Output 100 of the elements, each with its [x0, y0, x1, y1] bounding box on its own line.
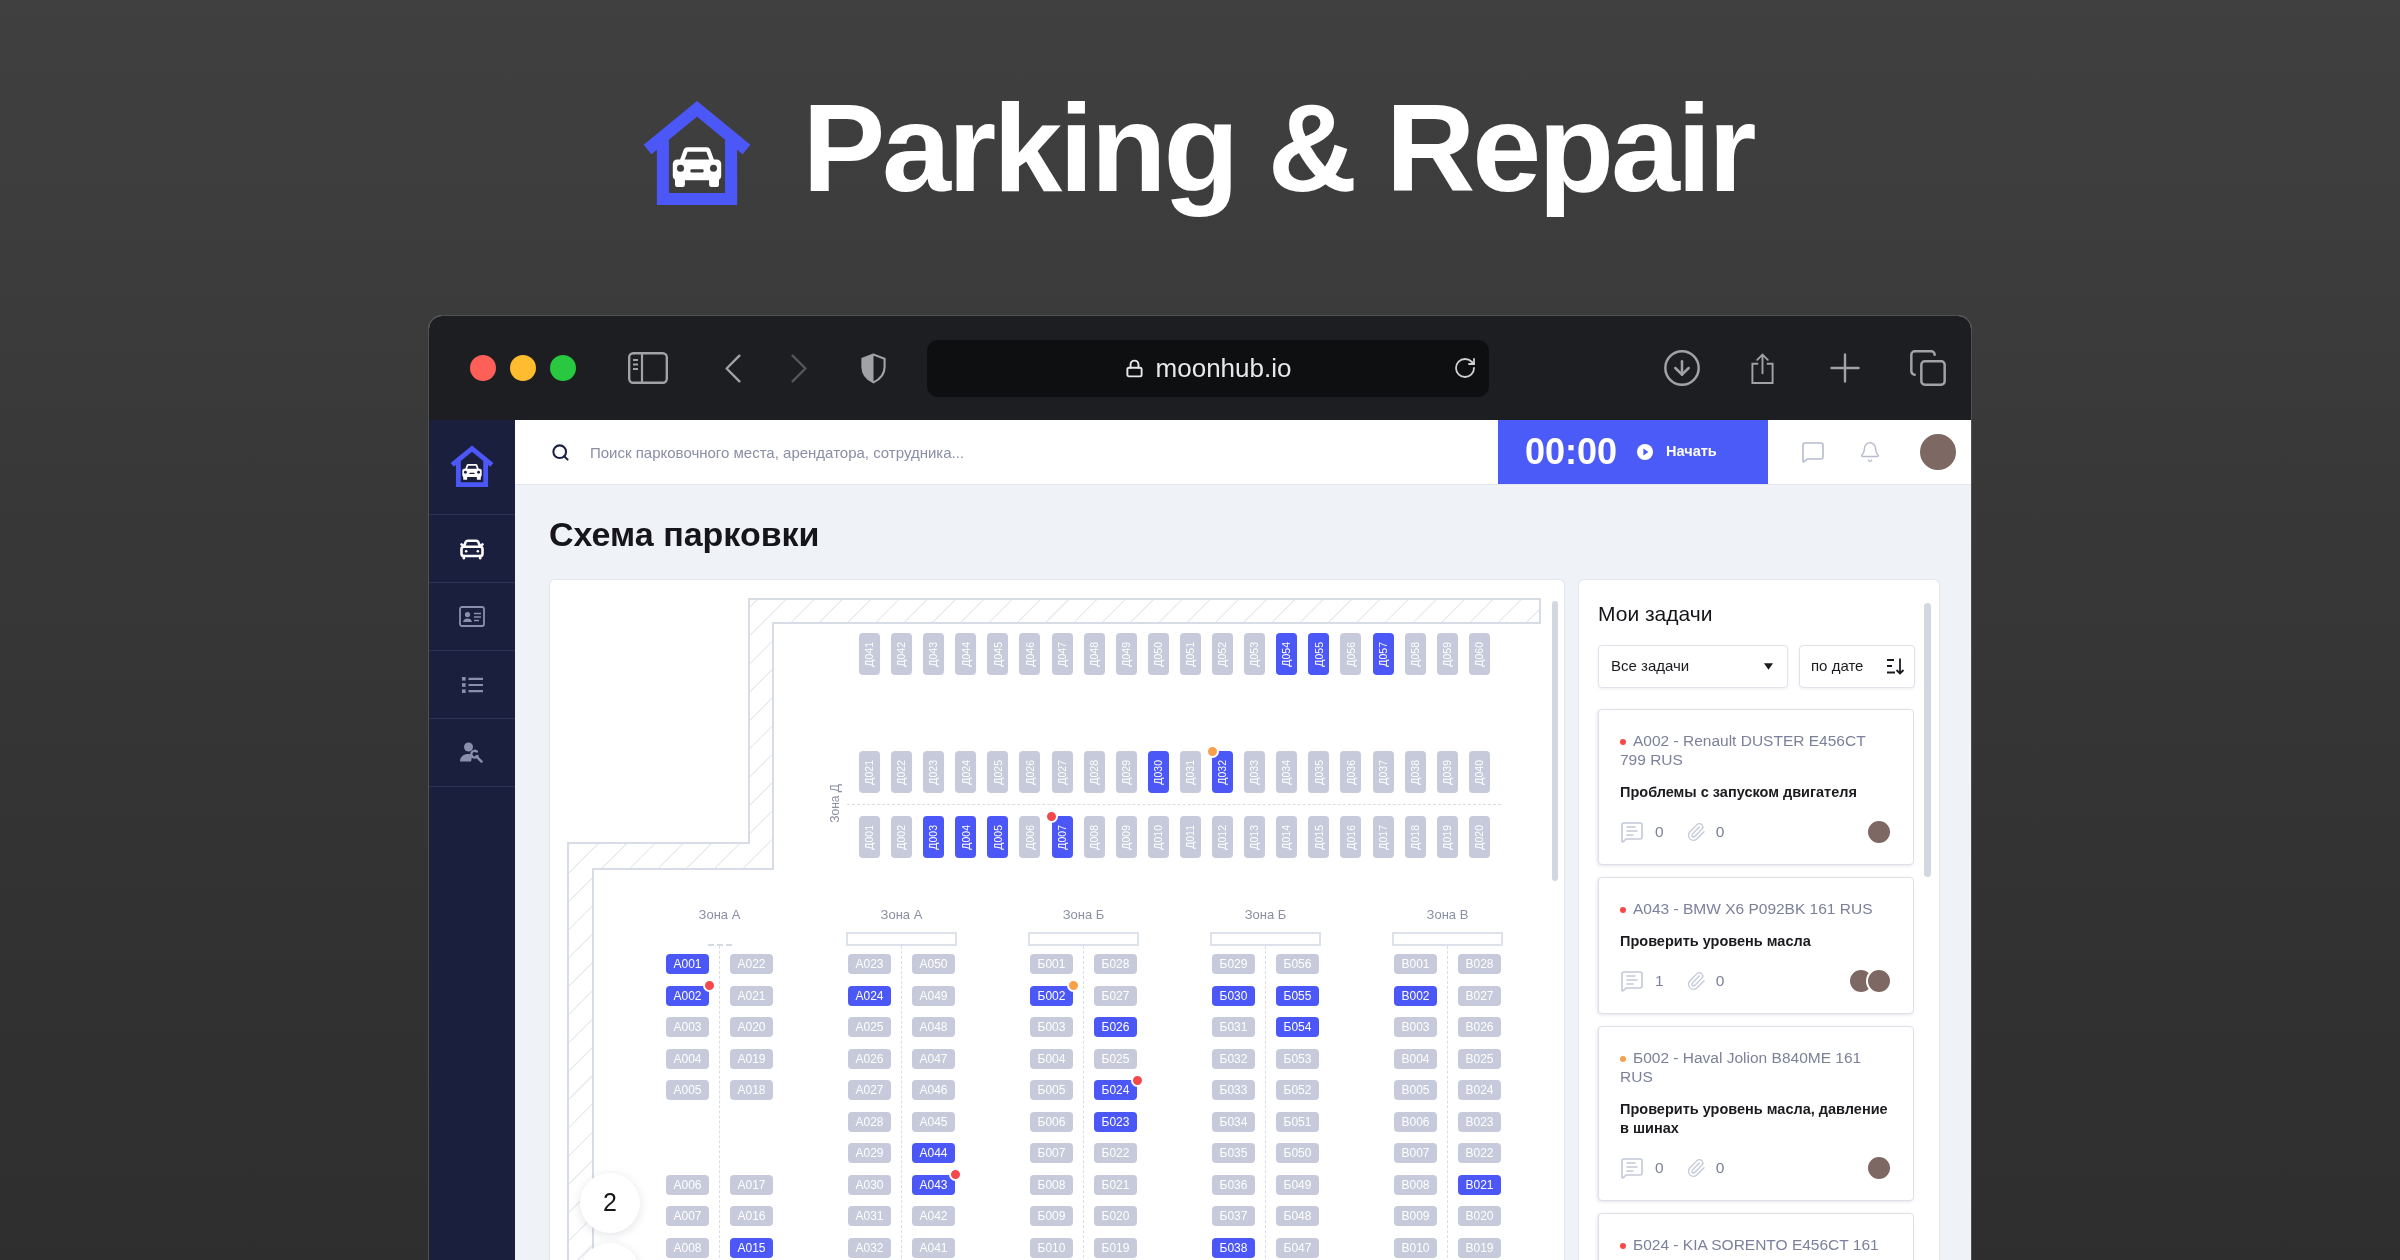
- shield-icon[interactable]: [860, 352, 887, 384]
- parking-spot[interactable]: В022: [1458, 1143, 1501, 1163]
- parking-spot[interactable]: А020: [730, 1017, 773, 1037]
- parking-spot[interactable]: В003: [1394, 1017, 1437, 1037]
- parking-spot[interactable]: Д049: [1115, 633, 1137, 675]
- parking-spot[interactable]: Б051: [1276, 1111, 1319, 1132]
- parking-spot[interactable]: Д029: [1115, 751, 1137, 793]
- parking-spot[interactable]: А005: [666, 1080, 709, 1100]
- parking-spot[interactable]: А047: [912, 1048, 955, 1069]
- sort-button[interactable]: по дате: [1799, 645, 1915, 688]
- parking-spot[interactable]: Д046: [1019, 633, 1041, 675]
- filter-dropdown[interactable]: Все задачи: [1598, 645, 1788, 688]
- back-chevron-icon[interactable]: [725, 353, 741, 383]
- parking-spot[interactable]: Б025: [1094, 1048, 1137, 1069]
- parking-spot[interactable]: Б038: [1212, 1237, 1255, 1258]
- parking-spot[interactable]: Д028: [1083, 751, 1105, 793]
- parking-spot[interactable]: Б003: [1030, 1017, 1073, 1037]
- parking-spot[interactable]: В008: [1394, 1174, 1437, 1195]
- parking-spot[interactable]: А041: [912, 1237, 955, 1258]
- parking-spot[interactable]: Б036: [1212, 1174, 1255, 1195]
- parking-spot[interactable]: Д021: [859, 751, 880, 793]
- parking-spot[interactable]: Д030: [1147, 751, 1169, 793]
- parking-spot[interactable]: Д027: [1051, 751, 1073, 793]
- parking-spot[interactable]: Б047: [1276, 1237, 1319, 1258]
- task-card[interactable]: Б024 - KIA SORENTO E456CT 161: [1598, 1213, 1914, 1260]
- parking-spot[interactable]: Б053: [1276, 1048, 1319, 1069]
- parking-spot[interactable]: Б005: [1030, 1080, 1073, 1100]
- tabs-icon[interactable]: [1908, 348, 1948, 388]
- parking-spot[interactable]: Б008: [1030, 1174, 1073, 1195]
- parking-spot[interactable]: В023: [1458, 1111, 1501, 1132]
- parking-spot[interactable]: Д040: [1468, 751, 1490, 793]
- plus-icon[interactable]: [1830, 353, 1860, 383]
- parking-spot[interactable]: Д018: [1404, 816, 1426, 858]
- parking-spot[interactable]: Д041: [859, 633, 880, 675]
- parking-spot[interactable]: Д037: [1372, 751, 1394, 793]
- parking-spot[interactable]: А045: [912, 1111, 955, 1132]
- parking-spot[interactable]: А046: [912, 1080, 955, 1100]
- download-icon[interactable]: [1662, 348, 1702, 388]
- parking-spot[interactable]: Д023: [923, 751, 945, 793]
- parking-spot[interactable]: Д055: [1308, 633, 1330, 675]
- parking-spot[interactable]: Д009: [1115, 816, 1137, 858]
- parking-spot[interactable]: В005: [1394, 1080, 1437, 1100]
- parking-spot[interactable]: Д039: [1436, 751, 1458, 793]
- parking-spot[interactable]: Б055: [1276, 985, 1319, 1006]
- parking-spot[interactable]: Д031: [1179, 751, 1201, 793]
- share-icon[interactable]: [1750, 351, 1775, 385]
- parking-spot[interactable]: Д056: [1340, 633, 1362, 675]
- parking-spot[interactable]: А028: [848, 1111, 891, 1132]
- parking-spot[interactable]: А044: [912, 1143, 955, 1163]
- parking-spot[interactable]: А024: [848, 985, 891, 1006]
- parking-spot[interactable]: А008: [666, 1237, 709, 1258]
- parking-spot[interactable]: Б032: [1212, 1048, 1255, 1069]
- parking-spot[interactable]: Д047: [1051, 633, 1073, 675]
- parking-spot[interactable]: А016: [730, 1206, 773, 1226]
- parking-spot[interactable]: Б006: [1030, 1111, 1073, 1132]
- parking-spot[interactable]: А018: [730, 1080, 773, 1100]
- parking-spot[interactable]: В024: [1458, 1080, 1501, 1100]
- parking-spot[interactable]: А022: [730, 954, 773, 974]
- parking-spot[interactable]: А031: [848, 1206, 891, 1226]
- parking-spot[interactable]: Б028: [1094, 954, 1137, 974]
- parking-spot[interactable]: Б037: [1212, 1206, 1255, 1226]
- parking-spot[interactable]: Д048: [1083, 633, 1105, 675]
- parking-spot[interactable]: Б034: [1212, 1111, 1255, 1132]
- parking-spot[interactable]: Б033: [1212, 1080, 1255, 1100]
- start-button[interactable]: Начать: [1637, 441, 1717, 463]
- parking-spot[interactable]: Д011: [1179, 816, 1201, 858]
- parking-spot[interactable]: Б010: [1030, 1237, 1073, 1258]
- parking-spot[interactable]: Б020: [1094, 1206, 1137, 1226]
- parking-spot[interactable]: Д020: [1468, 816, 1490, 858]
- scrollbar-thumb[interactable]: [1924, 603, 1931, 877]
- task-card[interactable]: А002 - Renault DUSTER E456CT 799 RUS Проблемы с запуском двигателя 0 0: [1598, 709, 1914, 865]
- parking-spot[interactable]: Д038: [1404, 751, 1426, 793]
- parking-spot[interactable]: Д043: [923, 633, 945, 675]
- parking-spot[interactable]: Д007: [1051, 816, 1073, 858]
- parking-spot[interactable]: А023: [848, 954, 891, 974]
- parking-spot[interactable]: А006: [666, 1174, 709, 1195]
- parking-spot[interactable]: В021: [1458, 1174, 1501, 1195]
- parking-spot[interactable]: Д015: [1308, 816, 1330, 858]
- parking-spot[interactable]: Д044: [955, 633, 977, 675]
- parking-spot[interactable]: Б052: [1276, 1080, 1319, 1100]
- parking-spot[interactable]: В004: [1394, 1048, 1437, 1069]
- parking-spot[interactable]: А015: [730, 1237, 773, 1258]
- parking-spot[interactable]: Д054: [1276, 633, 1298, 675]
- parking-spot[interactable]: Д014: [1276, 816, 1298, 858]
- parking-spot[interactable]: Б027: [1094, 985, 1137, 1006]
- parking-spot[interactable]: Д013: [1244, 816, 1266, 858]
- parking-spot[interactable]: А003: [666, 1017, 709, 1037]
- parking-spot[interactable]: Д006: [1019, 816, 1041, 858]
- parking-spot[interactable]: Б001: [1030, 954, 1073, 974]
- parking-spot[interactable]: Д036: [1340, 751, 1362, 793]
- parking-spot[interactable]: Д008: [1083, 816, 1105, 858]
- parking-spot[interactable]: А017: [730, 1174, 773, 1195]
- parking-spot[interactable]: Б031: [1212, 1017, 1255, 1037]
- parking-spot[interactable]: Б019: [1094, 1237, 1137, 1258]
- parking-spot[interactable]: Д022: [891, 751, 913, 793]
- parking-spot[interactable]: Д005: [987, 816, 1009, 858]
- scrollbar-thumb[interactable]: [1552, 601, 1558, 881]
- parking-spot[interactable]: А019: [730, 1048, 773, 1069]
- parking-spot[interactable]: А004: [666, 1048, 709, 1069]
- parking-spot[interactable]: Д033: [1244, 751, 1266, 793]
